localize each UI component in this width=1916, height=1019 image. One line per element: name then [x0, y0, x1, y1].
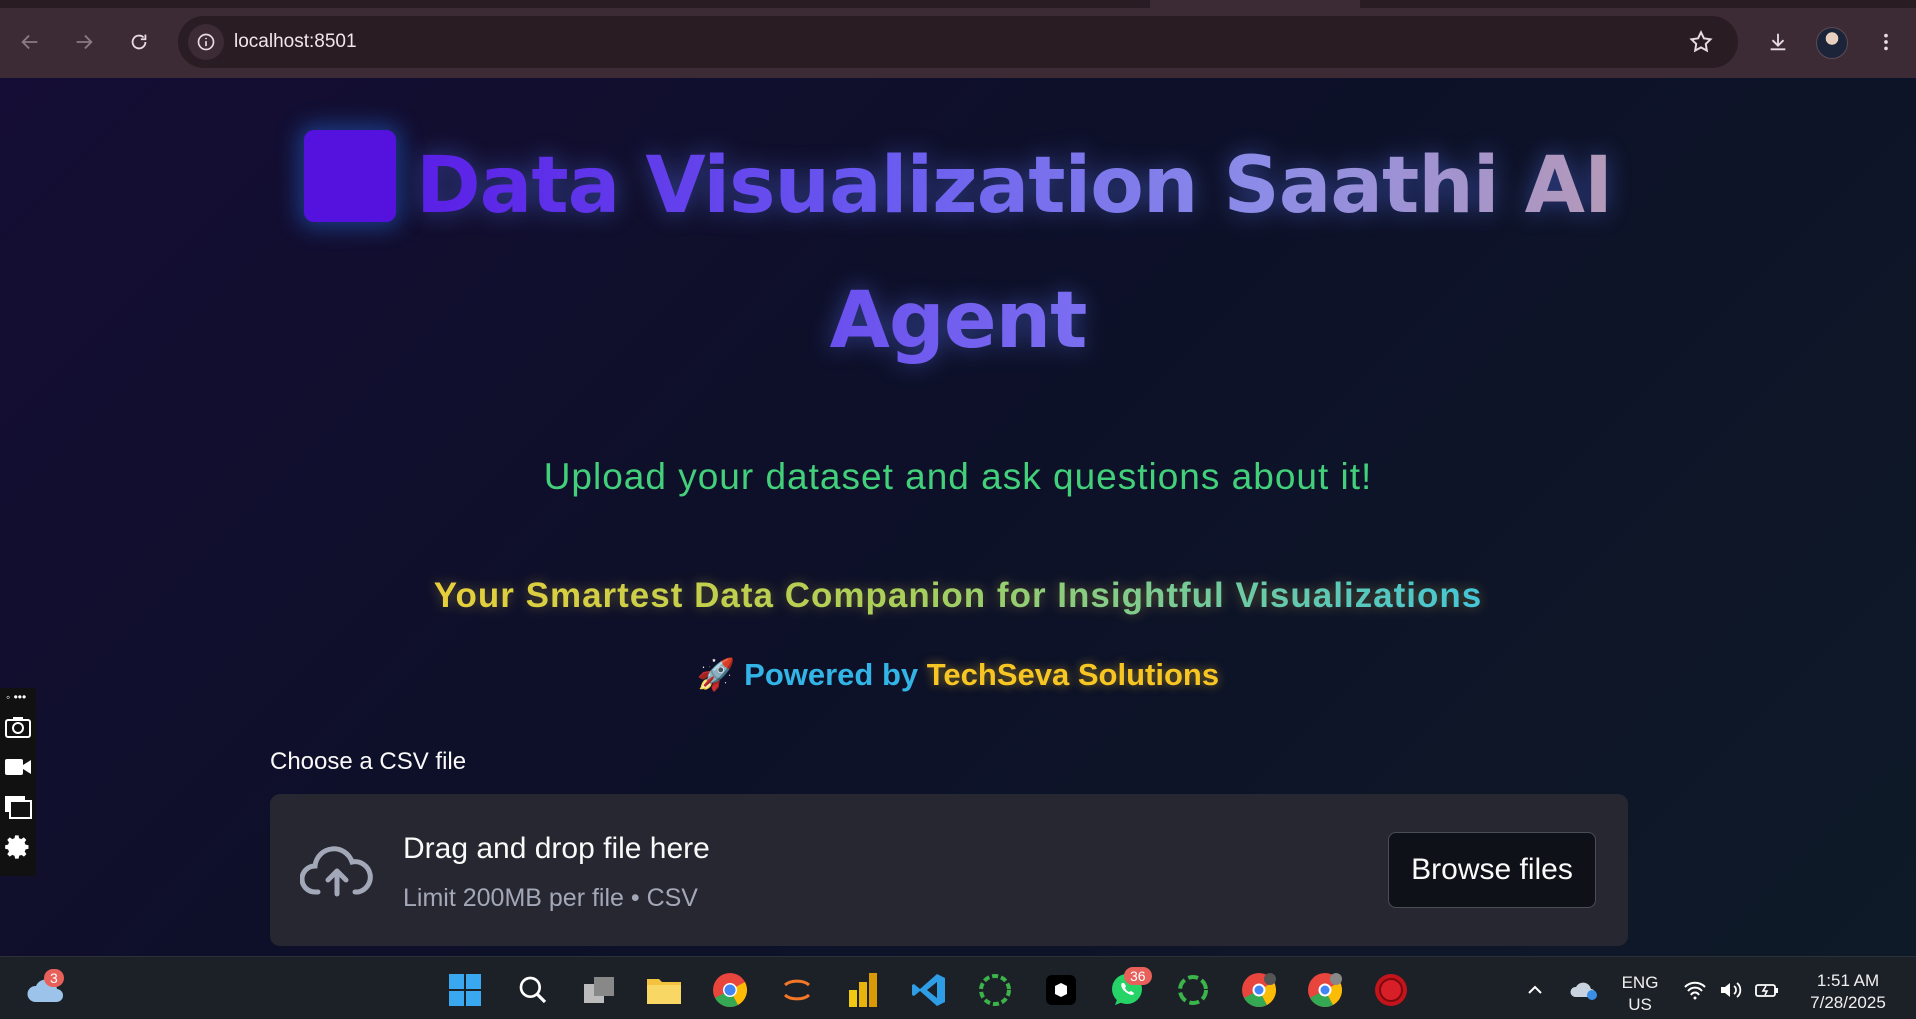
- dark-app-icon[interactable]: [1042, 971, 1080, 1009]
- file-dropzone[interactable]: Drag and drop file here Limit 200MB per …: [270, 794, 1628, 946]
- browser-chrome: localhost:8501: [0, 0, 1916, 78]
- tab-strip: [0, 0, 1916, 8]
- rocket-icon: 🚀: [696, 657, 736, 692]
- back-button[interactable]: [12, 24, 48, 60]
- dropzone-limit: Limit 200MB per file • CSV: [403, 884, 698, 912]
- tagline: Your Smartest Data Companion for Insight…: [0, 576, 1916, 616]
- url-text[interactable]: localhost:8501: [234, 31, 357, 53]
- capture-toolbar: ◦ •••: [0, 688, 36, 876]
- windows-taskbar: 3 36 ENG US 1:51 AM 7/28/2025: [0, 956, 1916, 1019]
- powered-prefix: Powered by: [744, 657, 919, 692]
- gear-icon[interactable]: [3, 832, 33, 862]
- jupyter-icon[interactable]: [778, 971, 816, 1009]
- language-indicator[interactable]: ENG US: [1612, 972, 1668, 1016]
- cloud-upload-icon: [300, 846, 373, 897]
- search-icon[interactable]: [514, 971, 552, 1009]
- browse-files-button[interactable]: Browse files: [1388, 832, 1596, 908]
- volume-icon[interactable]: [1712, 971, 1750, 1009]
- battery-icon[interactable]: [1748, 971, 1786, 1009]
- page-title-line2: Agent: [0, 276, 1916, 366]
- video-icon[interactable]: [3, 752, 33, 782]
- tagline-text: Your Smartest Data Companion for Insight…: [433, 576, 1483, 615]
- logo-square-icon: [303, 130, 396, 222]
- address-bar[interactable]: localhost:8501: [178, 16, 1738, 68]
- bookmark-star-icon[interactable]: [1688, 29, 1714, 55]
- more-vert-icon: [1884, 33, 1888, 51]
- task-view-icon[interactable]: [580, 971, 618, 1009]
- powered-brand: TechSeva Solutions: [926, 657, 1220, 692]
- chrome-icon[interactable]: [711, 971, 749, 1009]
- title-text-1: Data Visualization Saathi AI: [415, 141, 1613, 231]
- dropzone-instructions: Drag and drop file here: [403, 832, 710, 865]
- page-subtitle: Upload your dataset and ask questions ab…: [543, 456, 1373, 497]
- uploader-label: Choose a CSV file: [270, 748, 467, 775]
- arrow-right-icon: [76, 34, 93, 50]
- download-icon: [1770, 33, 1786, 51]
- language-line1: ENG: [1621, 973, 1659, 992]
- downloads-button[interactable]: [1760, 24, 1796, 60]
- wifi-icon[interactable]: [1676, 971, 1714, 1009]
- loader-app-icon[interactable]: [976, 971, 1014, 1009]
- profile-avatar[interactable]: [1816, 27, 1848, 59]
- weather-badge: 3: [44, 969, 64, 987]
- power-bi-icon[interactable]: [844, 971, 882, 1009]
- browser-menu-button[interactable]: [1868, 24, 1904, 60]
- vscode-icon[interactable]: [910, 971, 948, 1009]
- start-windows-icon[interactable]: [446, 971, 484, 1009]
- site-info-icon[interactable]: [188, 24, 224, 60]
- title-text-2: Agent: [829, 276, 1088, 366]
- file-explorer-icon[interactable]: [645, 971, 683, 1009]
- toolbar-handle-icon[interactable]: ◦ •••: [6, 690, 26, 704]
- onedrive-icon[interactable]: [1564, 971, 1602, 1009]
- chrome-profile-1-icon[interactable]: [1240, 971, 1278, 1009]
- arrow-left-icon: [21, 34, 38, 50]
- clock[interactable]: 1:51 AM 7/28/2025: [1796, 970, 1900, 1014]
- record-icon[interactable]: [1372, 971, 1410, 1009]
- clock-time: 1:51 AM: [1816, 971, 1880, 990]
- camera-icon[interactable]: [3, 712, 33, 742]
- active-tab-edge[interactable]: [1150, 0, 1360, 8]
- powered-by: 🚀 Powered by TechSeva Solutions: [0, 656, 1916, 693]
- tray-chevron-up-icon[interactable]: [1516, 971, 1554, 1009]
- page-title-line1: Data Visualization Saathi AI: [0, 130, 1916, 231]
- loader-app-2-icon[interactable]: [1174, 971, 1212, 1009]
- windows-icon[interactable]: [3, 792, 33, 822]
- language-line2: US: [1628, 995, 1652, 1014]
- whatsapp-badge: 36: [1124, 967, 1152, 985]
- forward-button[interactable]: [66, 24, 102, 60]
- app-page: Data Visualization Saathi AI Agent Uploa…: [0, 78, 1916, 956]
- reload-button[interactable]: [121, 24, 157, 60]
- chrome-profile-2-icon[interactable]: [1306, 971, 1344, 1009]
- clock-date: 7/28/2025: [1810, 993, 1886, 1012]
- reload-icon: [131, 34, 147, 50]
